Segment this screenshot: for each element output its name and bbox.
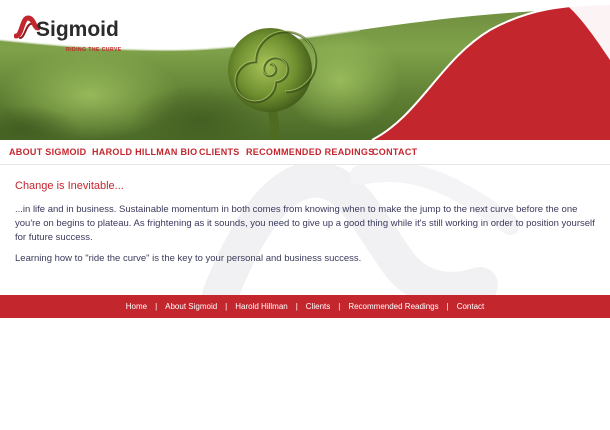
- brand-tagline: RIDING THE CURVE: [66, 47, 122, 53]
- footer-separator: |: [155, 302, 158, 311]
- nav-about-sigmoid[interactable]: ABOUT SIGMOID: [9, 147, 86, 157]
- footer-link-harold-hillman[interactable]: Harold Hillman: [235, 302, 287, 311]
- header-banner: Sigmoid RIDING THE CURVE: [0, 0, 610, 140]
- footer-separator: |: [446, 302, 449, 311]
- footer-link-contact[interactable]: Contact: [457, 302, 485, 311]
- footer-separator: |: [225, 302, 228, 311]
- nav-recommended-readings[interactable]: RECOMMENDED READINGS: [246, 147, 375, 157]
- page-heading: Change is Inevitable...: [15, 180, 124, 192]
- footer-link-home[interactable]: Home: [126, 302, 147, 311]
- nav-harold-hillman-bio[interactable]: HAROLD HILLMAN BIO: [92, 147, 197, 157]
- footer-separator: |: [338, 302, 341, 311]
- footer-link-recommended-readings[interactable]: Recommended Readings: [348, 302, 438, 311]
- footer-link-about-sigmoid[interactable]: About Sigmoid: [165, 302, 217, 311]
- footer-separator: |: [295, 302, 298, 311]
- nav-contact[interactable]: CONTACT: [372, 147, 417, 157]
- footer-nav: Home | About Sigmoid | Harold Hillman | …: [0, 295, 610, 318]
- main-nav: ABOUT SIGMOID HAROLD HILLMAN BIO CLIENTS…: [0, 140, 610, 165]
- footer-link-clients[interactable]: Clients: [306, 302, 330, 311]
- key-paragraph: Learning how to "ride the curve" is the …: [15, 253, 362, 264]
- main-content: Change is Inevitable... ...in life and i…: [0, 165, 610, 295]
- sigmoid-logo[interactable]: Sigmoid RIDING THE CURVE: [14, 14, 124, 54]
- brand-name: Sigmoid: [36, 18, 119, 41]
- nav-clients[interactable]: CLIENTS: [199, 147, 240, 157]
- intro-paragraph: ...in life and in business. Sustainable …: [15, 204, 595, 243]
